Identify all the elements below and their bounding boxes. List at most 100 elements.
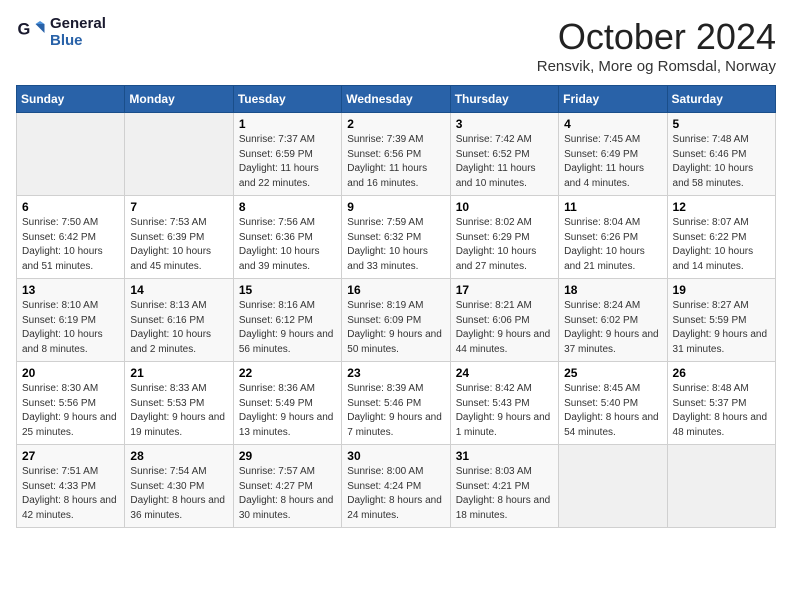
day-cell (667, 445, 775, 528)
calendar-table: SundayMondayTuesdayWednesdayThursdayFrid… (16, 85, 776, 528)
day-number: 15 (239, 283, 336, 297)
day-number: 29 (239, 449, 336, 463)
month-title: October 2024 (537, 16, 776, 58)
logo-text: General Blue (50, 16, 106, 49)
day-info: Sunrise: 8:39 AMSunset: 5:46 PMDaylight:… (347, 382, 444, 440)
day-cell: 18 Sunrise: 8:24 AMSunset: 6:02 PMDayligh… (559, 279, 667, 362)
day-info: Sunrise: 8:30 AMSunset: 5:56 PMDaylight:… (22, 382, 119, 440)
day-info: Sunrise: 7:50 AMSunset: 6:42 PMDaylight:… (22, 216, 119, 274)
day-number: 21 (130, 366, 227, 380)
logo-line2: Blue (50, 33, 106, 50)
day-cell: 8Sunrise: 7:56 AMSunset: 6:36 PMDaylight… (233, 196, 341, 279)
day-number: 22 (239, 366, 336, 380)
day-cell: 13 Sunrise: 8:10 AMSunset: 6:19 PMDayligh… (17, 279, 125, 362)
day-number: 30 (347, 449, 444, 463)
day-number: 27 (22, 449, 119, 463)
week-row-1: 1 Sunrise: 7:37 AMSunset: 6:59 PMDaylight… (17, 113, 776, 196)
day-cell: 22 Sunrise: 8:36 AMSunset: 5:49 PMDayligh… (233, 362, 341, 445)
day-info: Sunrise: 7:48 AMSunset: 6:46 PMDaylight:… (673, 133, 770, 191)
week-row-5: 27 Sunrise: 7:51 AMSunset: 4:33 PMDayligh… (17, 445, 776, 528)
day-cell: 19 Sunrise: 8:27 AMSunset: 5:59 PMDayligh… (667, 279, 775, 362)
day-number: 9 (347, 200, 444, 214)
day-cell: 26 Sunrise: 8:48 AMSunset: 5:37 PMDayligh… (667, 362, 775, 445)
day-cell: 12Sunrise: 8:07 AMSunset: 6:22 PMDayligh… (667, 196, 775, 279)
day-number: 5 (673, 117, 770, 131)
day-number: 7 (130, 200, 227, 214)
day-number: 17 (456, 283, 553, 297)
header-cell-wednesday: Wednesday (342, 86, 450, 113)
day-cell: 21 Sunrise: 8:33 AMSunset: 5:53 PMDayligh… (125, 362, 233, 445)
day-cell: 30Sunrise: 8:00 AMSunset: 4:24 PMDayligh… (342, 445, 450, 528)
day-cell: 24 Sunrise: 8:42 AMSunset: 5:43 PMDayligh… (450, 362, 558, 445)
day-number: 4 (564, 117, 661, 131)
day-number: 11 (564, 200, 661, 214)
day-info: Sunrise: 8:45 AMSunset: 5:40 PMDaylight:… (564, 382, 661, 440)
day-number: 31 (456, 449, 553, 463)
day-info: Sunrise: 8:02 AMSunset: 6:29 PMDaylight:… (456, 216, 553, 274)
day-number: 25 (564, 366, 661, 380)
day-info: Sunrise: 8:33 AMSunset: 5:53 PMDaylight:… (130, 382, 227, 440)
day-cell: 16 Sunrise: 8:19 AMSunset: 6:09 PMDayligh… (342, 279, 450, 362)
header-cell-sunday: Sunday (17, 86, 125, 113)
title-area: October 2024 Rensvik, More og Romsdal, N… (537, 16, 776, 75)
day-number: 2 (347, 117, 444, 131)
day-cell: 11 Sunrise: 8:04 AMSunset: 6:26 PMDayligh… (559, 196, 667, 279)
day-number: 19 (673, 283, 770, 297)
day-cell: 10 Sunrise: 8:02 AMSunset: 6:29 PMDayligh… (450, 196, 558, 279)
day-cell: 7 Sunrise: 7:53 AMSunset: 6:39 PMDaylight… (125, 196, 233, 279)
day-info: Sunrise: 8:24 AMSunset: 6:02 PMDaylight:… (564, 299, 661, 357)
day-number: 18 (564, 283, 661, 297)
svg-text:G: G (18, 20, 31, 38)
day-info: Sunrise: 8:21 AMSunset: 6:06 PMDaylight:… (456, 299, 553, 357)
day-cell: 9Sunrise: 7:59 AMSunset: 6:32 PMDaylight… (342, 196, 450, 279)
day-info: Sunrise: 7:53 AMSunset: 6:39 PMDaylight:… (130, 216, 227, 274)
day-info: Sunrise: 7:57 AMSunset: 4:27 PMDaylight:… (239, 465, 336, 523)
day-cell: 20 Sunrise: 8:30 AMSunset: 5:56 PMDayligh… (17, 362, 125, 445)
day-cell: 14Sunrise: 8:13 AMSunset: 6:16 PMDayligh… (125, 279, 233, 362)
day-number: 24 (456, 366, 553, 380)
day-info: Sunrise: 8:19 AMSunset: 6:09 PMDaylight:… (347, 299, 444, 357)
day-info: Sunrise: 7:45 AMSunset: 6:49 PMDaylight:… (564, 133, 661, 191)
day-info: Sunrise: 8:48 AMSunset: 5:37 PMDaylight:… (673, 382, 770, 440)
day-number: 1 (239, 117, 336, 131)
day-cell: 31 Sunrise: 8:03 AMSunset: 4:21 PMDayligh… (450, 445, 558, 528)
week-row-2: 6Sunrise: 7:50 AMSunset: 6:42 PMDaylight… (17, 196, 776, 279)
day-info: Sunrise: 8:16 AMSunset: 6:12 PMDaylight:… (239, 299, 336, 357)
day-cell: 25 Sunrise: 8:45 AMSunset: 5:40 PMDayligh… (559, 362, 667, 445)
day-info: Sunrise: 8:36 AMSunset: 5:49 PMDaylight:… (239, 382, 336, 440)
day-cell: 17 Sunrise: 8:21 AMSunset: 6:06 PMDayligh… (450, 279, 558, 362)
day-info: Sunrise: 7:37 AMSunset: 6:59 PMDaylight:… (239, 133, 336, 191)
day-number: 13 (22, 283, 119, 297)
calendar-body: 1 Sunrise: 7:37 AMSunset: 6:59 PMDaylight… (17, 113, 776, 528)
logo-icon: G (16, 18, 46, 48)
logo: G General Blue (16, 16, 106, 49)
day-number: 3 (456, 117, 553, 131)
day-info: Sunrise: 8:03 AMSunset: 4:21 PMDaylight:… (456, 465, 553, 523)
day-cell: 27 Sunrise: 7:51 AMSunset: 4:33 PMDayligh… (17, 445, 125, 528)
day-number: 20 (22, 366, 119, 380)
day-info: Sunrise: 8:04 AMSunset: 6:26 PMDaylight:… (564, 216, 661, 274)
header-cell-thursday: Thursday (450, 86, 558, 113)
day-number: 26 (673, 366, 770, 380)
day-cell: 29 Sunrise: 7:57 AMSunset: 4:27 PMDayligh… (233, 445, 341, 528)
header-cell-saturday: Saturday (667, 86, 775, 113)
day-number: 23 (347, 366, 444, 380)
calendar-header: SundayMondayTuesdayWednesdayThursdayFrid… (17, 86, 776, 113)
day-number: 10 (456, 200, 553, 214)
day-info: Sunrise: 8:10 AMSunset: 6:19 PMDaylight:… (22, 299, 119, 357)
location: Rensvik, More og Romsdal, Norway (537, 58, 776, 75)
day-cell (559, 445, 667, 528)
header-row: SundayMondayTuesdayWednesdayThursdayFrid… (17, 86, 776, 113)
day-cell (17, 113, 125, 196)
week-row-4: 20 Sunrise: 8:30 AMSunset: 5:56 PMDayligh… (17, 362, 776, 445)
week-row-3: 13 Sunrise: 8:10 AMSunset: 6:19 PMDayligh… (17, 279, 776, 362)
day-cell: 2Sunrise: 7:39 AMSunset: 6:56 PMDaylight… (342, 113, 450, 196)
day-info: Sunrise: 8:42 AMSunset: 5:43 PMDaylight:… (456, 382, 553, 440)
day-info: Sunrise: 7:51 AMSunset: 4:33 PMDaylight:… (22, 465, 119, 523)
day-info: Sunrise: 8:07 AMSunset: 6:22 PMDaylight:… (673, 216, 770, 274)
day-cell: 23 Sunrise: 8:39 AMSunset: 5:46 PMDayligh… (342, 362, 450, 445)
header-cell-tuesday: Tuesday (233, 86, 341, 113)
day-cell (125, 113, 233, 196)
day-number: 16 (347, 283, 444, 297)
day-info: Sunrise: 8:27 AMSunset: 5:59 PMDaylight:… (673, 299, 770, 357)
